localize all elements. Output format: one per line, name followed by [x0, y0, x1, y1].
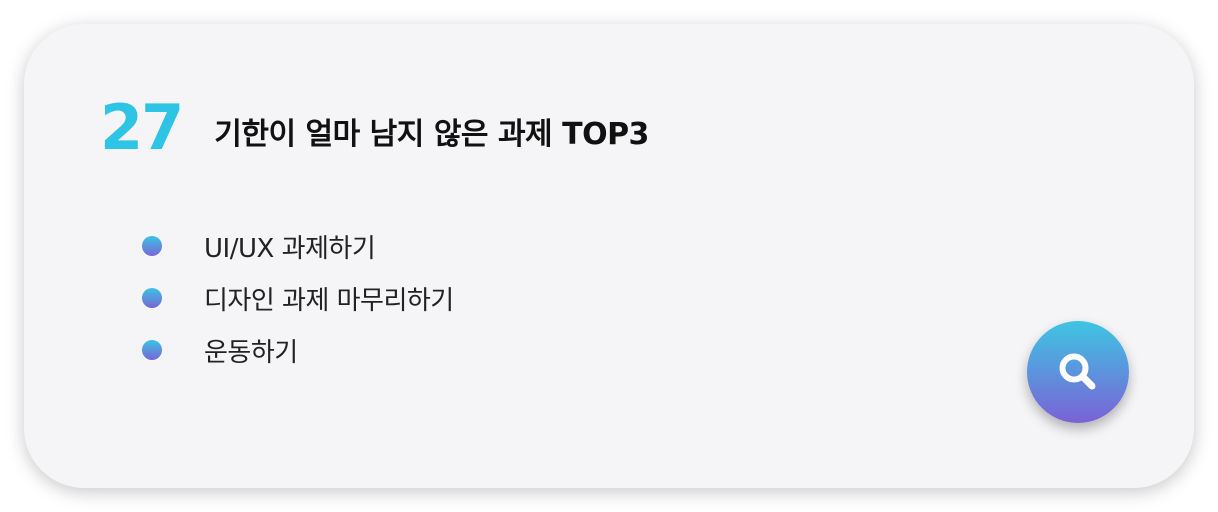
task-label: 디자인 과제 마무리하기	[204, 285, 454, 316]
search-icon	[1059, 353, 1096, 390]
card-title: 기한이 얼마 남지 않은 과제 TOP3	[214, 117, 649, 152]
task-list: UI/UX 과제하기 디자인 과제 마무리하기 운동하기	[142, 220, 454, 376]
search-button[interactable]	[1027, 321, 1129, 423]
task-item[interactable]: 디자인 과제 마무리하기	[142, 272, 454, 324]
bullet-icon	[142, 288, 162, 308]
task-item[interactable]: UI/UX 과제하기	[142, 220, 454, 272]
task-item[interactable]: 운동하기	[142, 324, 454, 376]
bullet-icon	[142, 340, 162, 360]
task-label: UI/UX 과제하기	[204, 233, 376, 264]
day-number: 27	[100, 91, 184, 164]
task-label: 운동하기	[204, 337, 298, 368]
deadline-card: 27 기한이 얼마 남지 않은 과제 TOP3 UI/UX 과제하기 디자인 과…	[24, 24, 1194, 488]
card-header: 27 기한이 얼마 남지 않은 과제 TOP3	[100, 90, 649, 166]
bullet-icon	[142, 236, 162, 256]
